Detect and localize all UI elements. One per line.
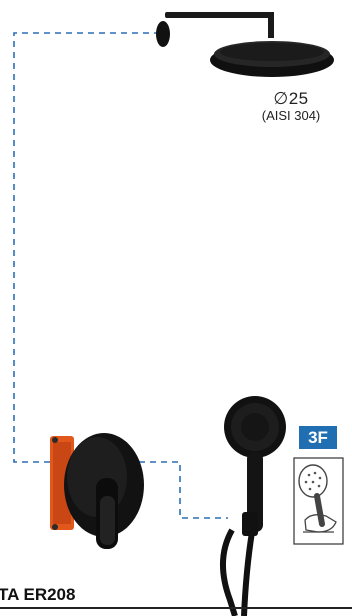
function-badge: 3F <box>299 426 337 449</box>
material-text: (AISI 304) <box>261 107 321 123</box>
model-code: TA ER208 <box>0 585 76 604</box>
bottom-divider <box>0 607 352 609</box>
size-label: ∅25 (AISI 304) <box>246 89 336 123</box>
mixer-valve-icon <box>50 433 144 549</box>
diameter-text: ∅25 <box>273 89 309 108</box>
hand-shower-icon <box>219 396 286 616</box>
shower-head-icon <box>156 12 334 77</box>
spray-mode-icon <box>293 457 344 545</box>
